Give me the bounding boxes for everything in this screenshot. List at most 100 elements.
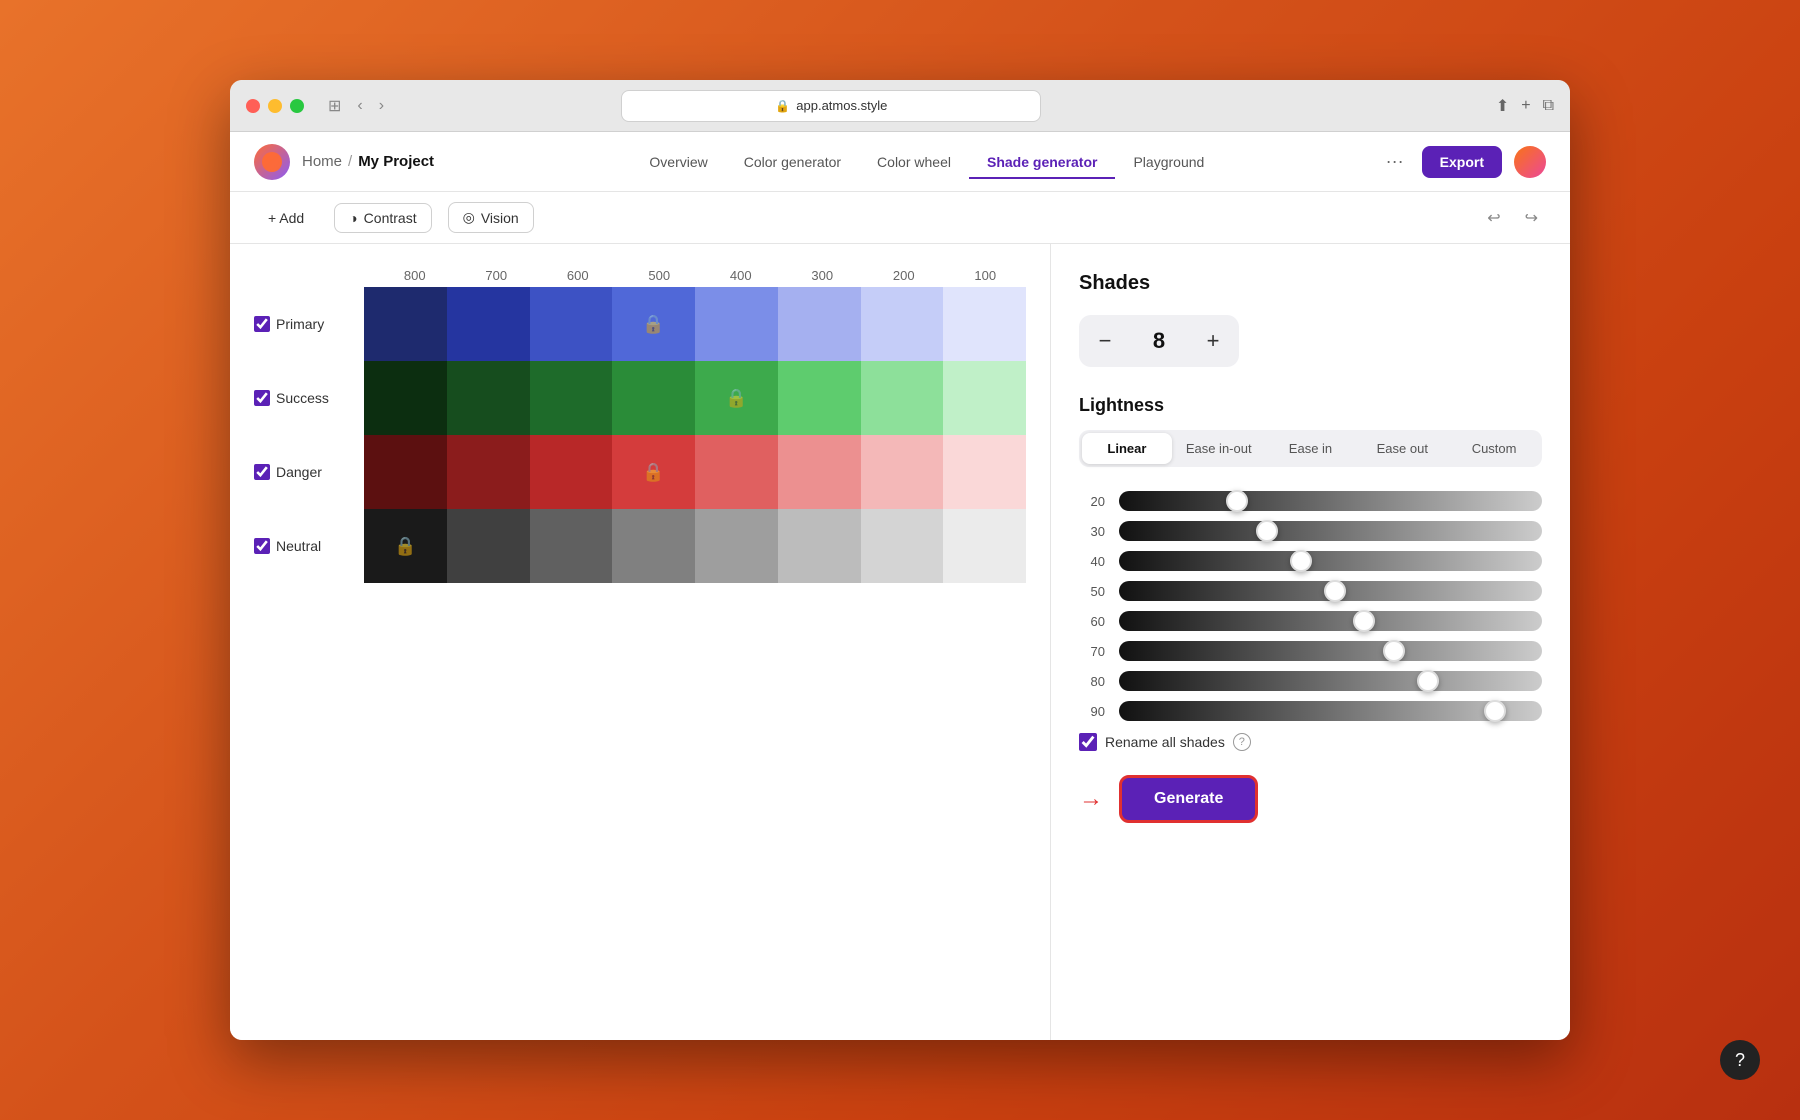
undo-btn[interactable]: ↩: [1479, 204, 1508, 232]
swatch-danger-400[interactable]: [695, 435, 778, 509]
traffic-light-yellow[interactable]: [268, 99, 282, 113]
swatch-danger-200[interactable]: [861, 435, 944, 509]
slider-thumb-20[interactable]: [1226, 490, 1248, 512]
swatch-primary-200[interactable]: [861, 287, 944, 361]
shades-plus-btn[interactable]: +: [1187, 315, 1239, 367]
shade-label-200: 200: [863, 268, 945, 283]
slider-thumb-60[interactable]: [1353, 610, 1375, 632]
danger-checkbox[interactable]: [254, 464, 270, 480]
tab-custom[interactable]: Custom: [1449, 433, 1539, 464]
slider-track-20[interactable]: [1119, 491, 1542, 511]
sidebar-toggle-btn[interactable]: ⊞: [324, 92, 345, 120]
shade-labels-row: 800 700 600 500 400 300 200 100: [374, 268, 1026, 283]
danger-swatches: 🔒: [364, 435, 1026, 509]
swatch-success-600[interactable]: [530, 361, 613, 435]
slider-track-60[interactable]: [1119, 611, 1542, 631]
swatch-neutral-800[interactable]: 🔒: [364, 509, 447, 583]
tab-ease-in-out[interactable]: Ease in-out: [1174, 433, 1264, 464]
swatch-primary-800[interactable]: [364, 287, 447, 361]
swatch-success-500[interactable]: [612, 361, 695, 435]
more-options-btn[interactable]: ···: [1380, 145, 1410, 178]
slider-thumb-30[interactable]: [1256, 520, 1278, 542]
tab-color-generator[interactable]: Color generator: [726, 146, 859, 178]
slider-track-80[interactable]: [1119, 671, 1542, 691]
neutral-checkbox[interactable]: [254, 538, 270, 554]
swatch-primary-600[interactable]: [530, 287, 613, 361]
contrast-button[interactable]: ◑ Contrast: [334, 203, 431, 233]
swatch-neutral-300[interactable]: [778, 509, 861, 583]
swatch-success-100[interactable]: [943, 361, 1026, 435]
slider-track-70[interactable]: [1119, 641, 1542, 661]
share-btn[interactable]: ⬆: [1496, 96, 1509, 116]
swatch-neutral-600[interactable]: [530, 509, 613, 583]
tab-ease-out[interactable]: Ease out: [1357, 433, 1447, 464]
lock-icon-danger: 🔒: [642, 462, 664, 483]
slider-track-90[interactable]: [1119, 701, 1542, 721]
slider-label-70: 70: [1079, 644, 1105, 659]
swatch-primary-400[interactable]: [695, 287, 778, 361]
url-text: app.atmos.style: [796, 98, 887, 113]
slider-label-40: 40: [1079, 554, 1105, 569]
tab-shade-generator[interactable]: Shade generator: [969, 146, 1115, 178]
redo-btn[interactable]: ↪: [1517, 204, 1546, 232]
swatch-primary-100[interactable]: [943, 287, 1026, 361]
breadcrumb-home[interactable]: Home: [302, 153, 342, 170]
table-row: Neutral 🔒: [254, 509, 1026, 583]
rename-label: Rename all shades: [1105, 734, 1225, 750]
vision-button[interactable]: ◎ Vision: [448, 202, 534, 233]
shades-minus-btn[interactable]: −: [1079, 315, 1131, 367]
tab-linear[interactable]: Linear: [1082, 433, 1172, 464]
swatch-danger-100[interactable]: [943, 435, 1026, 509]
swatch-primary-300[interactable]: [778, 287, 861, 361]
forward-btn[interactable]: ›: [375, 93, 388, 119]
slider-track-30[interactable]: [1119, 521, 1542, 541]
tab-color-wheel[interactable]: Color wheel: [859, 146, 969, 178]
right-panel: Shades − 8 + Lightness Linear Ease in-ou…: [1050, 244, 1570, 1040]
info-icon[interactable]: ?: [1233, 733, 1251, 751]
slider-label-50: 50: [1079, 584, 1105, 599]
traffic-light-red[interactable]: [246, 99, 260, 113]
swatch-danger-800[interactable]: [364, 435, 447, 509]
swatch-danger-700[interactable]: [447, 435, 530, 509]
add-button[interactable]: + Add: [254, 204, 318, 232]
duplicate-btn[interactable]: ⧉: [1543, 97, 1554, 115]
tab-playground[interactable]: Playground: [1115, 146, 1222, 178]
rename-checkbox[interactable]: [1079, 733, 1097, 751]
tab-overview[interactable]: Overview: [631, 146, 725, 178]
slider-track-40[interactable]: [1119, 551, 1542, 571]
slider-row: 20: [1079, 491, 1542, 511]
slider-row: 50: [1079, 581, 1542, 601]
swatch-danger-300[interactable]: [778, 435, 861, 509]
swatch-danger-500[interactable]: 🔒: [612, 435, 695, 509]
swatch-danger-600[interactable]: [530, 435, 613, 509]
swatch-neutral-500[interactable]: [612, 509, 695, 583]
swatch-success-800[interactable]: [364, 361, 447, 435]
slider-thumb-80[interactable]: [1417, 670, 1439, 692]
swatch-neutral-700[interactable]: [447, 509, 530, 583]
traffic-light-green[interactable]: [290, 99, 304, 113]
swatch-neutral-400[interactable]: [695, 509, 778, 583]
slider-thumb-50[interactable]: [1324, 580, 1346, 602]
app-header: Home / My Project Overview Color generat…: [230, 132, 1570, 192]
new-tab-btn[interactable]: +: [1521, 97, 1530, 115]
swatch-success-700[interactable]: [447, 361, 530, 435]
tab-ease-in[interactable]: Ease in: [1266, 433, 1356, 464]
toolbar: + Add ◑ Contrast ◎ Vision ↩ ↪: [230, 192, 1570, 244]
back-btn[interactable]: ‹: [353, 93, 366, 119]
success-checkbox[interactable]: [254, 390, 270, 406]
slider-thumb-40[interactable]: [1290, 550, 1312, 572]
slider-thumb-90[interactable]: [1484, 700, 1506, 722]
swatch-neutral-100[interactable]: [943, 509, 1026, 583]
swatch-success-300[interactable]: [778, 361, 861, 435]
slider-thumb-70[interactable]: [1383, 640, 1405, 662]
swatch-success-400[interactable]: 🔒: [695, 361, 778, 435]
swatch-primary-700[interactable]: [447, 287, 530, 361]
slider-track-50[interactable]: [1119, 581, 1542, 601]
address-bar[interactable]: 🔒 app.atmos.style: [621, 90, 1041, 122]
primary-checkbox[interactable]: [254, 316, 270, 332]
generate-button[interactable]: Generate: [1119, 775, 1258, 823]
swatch-neutral-200[interactable]: [861, 509, 944, 583]
swatch-primary-500[interactable]: 🔒: [612, 287, 695, 361]
swatch-success-200[interactable]: [861, 361, 944, 435]
export-button[interactable]: Export: [1422, 146, 1502, 178]
